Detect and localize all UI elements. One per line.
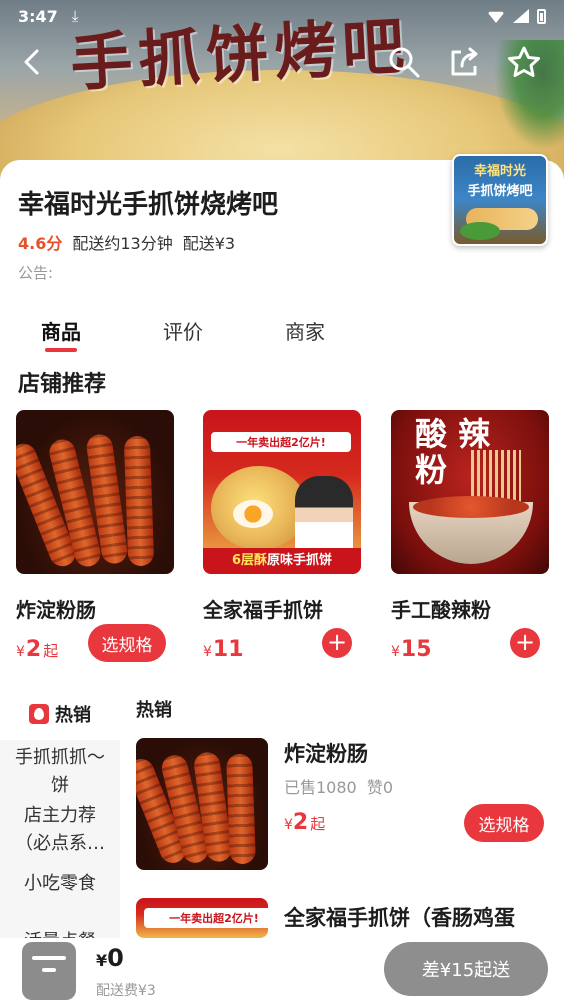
price-suffix: 起 [43, 642, 59, 660]
download-arrow-icon: ⤓ [71, 7, 79, 25]
chevron-left-icon [24, 49, 39, 75]
image-headline: 一年卖出超2亿片! [144, 908, 268, 928]
currency-symbol: ¥ [96, 951, 108, 970]
share-button[interactable] [444, 42, 484, 82]
product-name: 全家福手抓饼 [203, 598, 323, 622]
list-item-name[interactable]: 全家福手抓饼（香肠鸡蛋 [284, 902, 515, 932]
store-tabs: 商品 评价 商家 [0, 308, 564, 356]
like-count: 赞0 [366, 778, 394, 797]
broth-graphic [413, 496, 529, 518]
list-item-price: ¥2 起 [284, 810, 325, 835]
tab-merchant[interactable]: 商家 [244, 308, 366, 356]
currency-symbol: ¥ [284, 817, 293, 833]
list-section-title: 热销 [136, 700, 172, 721]
store-notice[interactable]: 公告: [18, 262, 53, 283]
image-headline: 一年卖出超2亿片! [211, 432, 351, 452]
product-image-sausage [16, 410, 174, 574]
add-to-cart-button[interactable]: + [322, 628, 352, 658]
category-hot[interactable]: 热销 [0, 688, 120, 740]
sausage-graphic [123, 435, 155, 567]
product-name: 炸淀粉肠 [16, 598, 96, 622]
image-band-text: 原味手抓饼 [267, 553, 333, 568]
delivery-fee: 配送¥3 [182, 234, 236, 253]
store-meta: 4.6分 配送约13分钟 配送¥3 [18, 230, 235, 254]
sausage-graphic [226, 753, 256, 865]
status-time: 3:47 [18, 6, 58, 26]
image-band-highlight: 6层酥 [231, 553, 268, 568]
category-hot-label: 热销 [55, 705, 91, 726]
cart-box-icon[interactable] [22, 942, 76, 1000]
price-value: 2 [292, 810, 309, 835]
select-spec-button[interactable]: 选规格 [88, 624, 166, 662]
price-value: 15 [400, 637, 432, 662]
category-item[interactable]: 店主力荐（必点系… [0, 802, 120, 858]
sold-count: 已售1080 [284, 778, 357, 797]
fire-icon [29, 704, 49, 724]
recommended-title: 店铺推荐 [18, 372, 107, 397]
currency-symbol: ¥ [391, 644, 400, 660]
store-name: 幸福时光手抓饼烧烤吧 [18, 190, 279, 220]
delivery-time: 配送约13分钟 [72, 234, 173, 253]
store-logo-line2: 手抓饼烤吧 [467, 184, 533, 199]
list-item-image[interactable]: 一年卖出超2亿片! [136, 898, 268, 938]
currency-symbol: ¥ [16, 644, 25, 660]
store-logo[interactable]: 幸福时光 手抓饼烤吧 [452, 154, 548, 246]
checkout-button[interactable]: 差¥15起送 [384, 942, 548, 996]
add-to-cart-button[interactable]: + [510, 628, 540, 658]
star-icon [508, 46, 540, 77]
cart-total: ¥0 [96, 944, 124, 972]
list-item-stats: 已售1080 赞0 [284, 774, 393, 798]
search-button[interactable] [384, 42, 424, 82]
cart-total-value: 0 [107, 944, 124, 972]
price-value: 11 [212, 637, 244, 662]
favorite-button[interactable] [504, 42, 544, 82]
back-button[interactable] [12, 42, 52, 82]
list-item-name[interactable]: 炸淀粉肠 [284, 738, 368, 768]
product-image-handcake: 一年卖出超2亿片! 6层酥原味手抓饼 [203, 410, 361, 574]
status-icons [487, 8, 546, 24]
cart-delivery-fee: 配送费¥3 [96, 983, 156, 999]
share-icon [451, 47, 478, 76]
store-logo-line1: 幸福时光 [473, 164, 526, 179]
egg-graphic [233, 500, 273, 528]
list-item-image[interactable] [136, 738, 268, 870]
price-value: 2 [25, 637, 42, 662]
logo-greens-graphic [460, 222, 500, 240]
select-spec-button[interactable]: 选规格 [464, 804, 544, 842]
image-title-line1: 酸 辣 [415, 415, 491, 453]
category-item[interactable]: 手抓抓抓～饼 [0, 744, 120, 800]
recommended-item[interactable]: 一年卖出超2亿片! 6层酥原味手抓饼 全家福手抓饼 ¥11 [203, 410, 363, 662]
signal-icon [513, 9, 529, 23]
product-name: 手工酸辣粉 [391, 598, 491, 622]
wifi-icon [487, 11, 505, 23]
tab-goods[interactable]: 商品 [0, 308, 122, 356]
recommended-item[interactable]: 酸 辣粉 手工酸辣粉 ¥15 [391, 410, 551, 662]
tab-reviews[interactable]: 评价 [122, 308, 244, 356]
price-suffix: 起 [310, 815, 326, 833]
image-band: 6层酥原味手抓饼 [203, 548, 361, 574]
store-rating: 4.6分 [18, 234, 63, 253]
search-icon [389, 47, 420, 78]
product-image-noodles: 酸 辣粉 [391, 410, 549, 574]
store-card: 幸福时光手抓饼烧烤吧 4.6分 配送约13分钟 配送¥3 公告: 幸福时光 手抓… [0, 154, 564, 1002]
category-item[interactable]: 小吃零食 [0, 870, 120, 898]
currency-symbol: ¥ [203, 644, 212, 660]
battery-icon [537, 8, 546, 24]
status-bar: 3:47 ⤓ [0, 0, 564, 32]
cart-bar: ¥0 配送费¥3 差¥15起送 [0, 938, 564, 1002]
